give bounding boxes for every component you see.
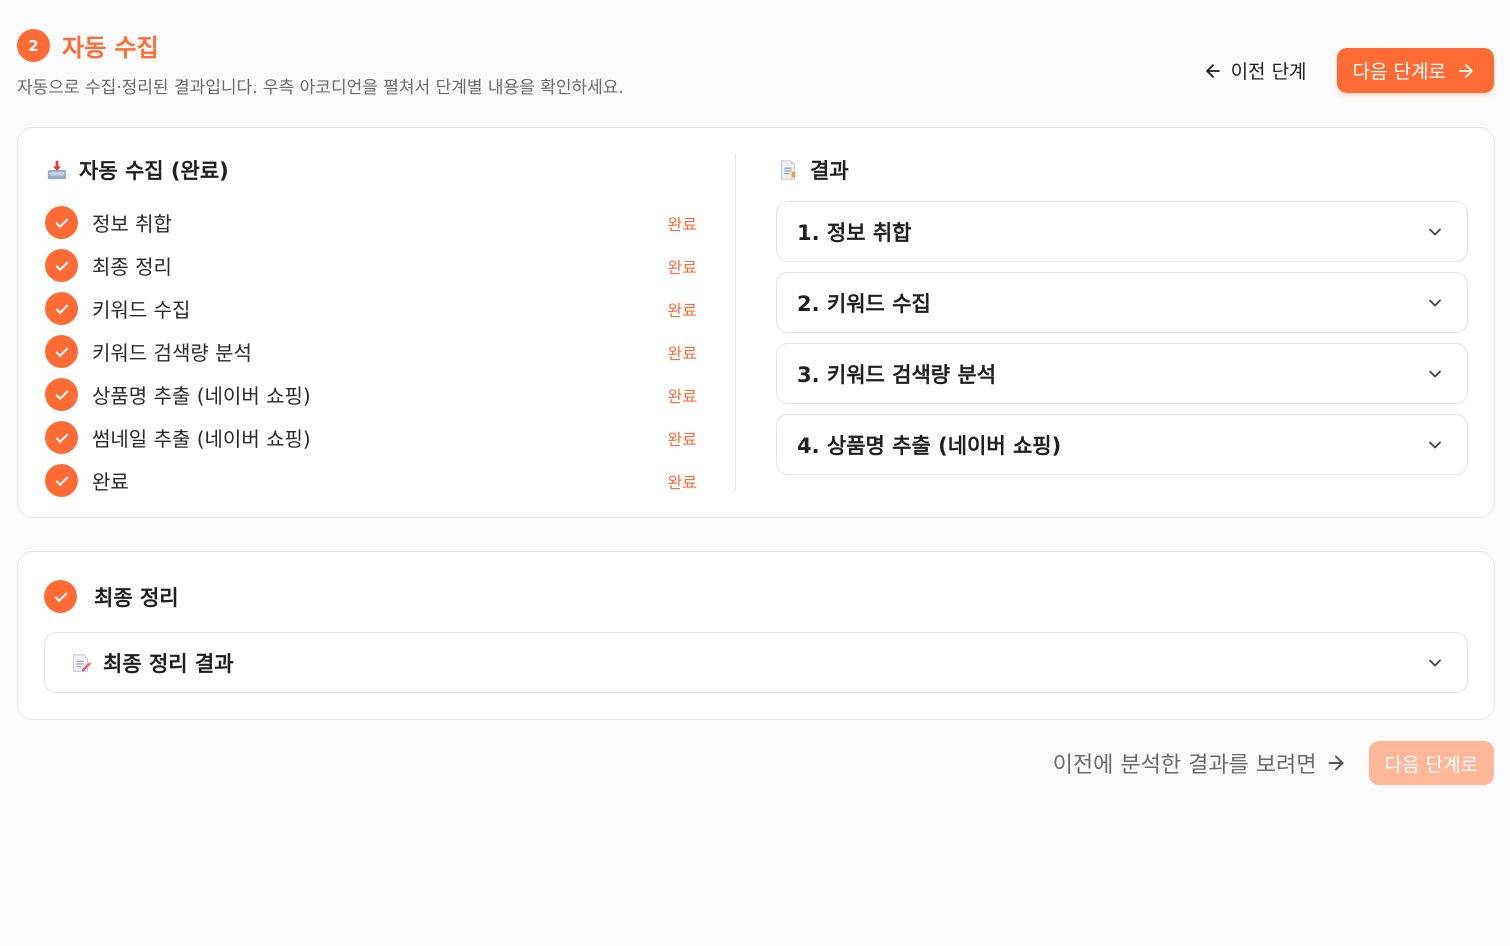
check-circle-icon [44,580,77,613]
view-previous-results-link[interactable]: 이전에 분석한 결과를 보려면 [1053,747,1347,779]
next-step-label: 다음 단계로 [1352,61,1446,83]
results-title-text: 결과 [810,159,849,183]
final-summary-accordion-label: 최종 정리 결과 [103,651,234,676]
arrow-left-icon [1205,63,1220,78]
check-circle-icon [45,335,78,368]
final-summary-card: 최종 정리 최종 정리 결과 [17,551,1495,720]
column-divider [735,154,736,491]
inbox-tray-icon [45,158,69,182]
results-title: 결과 [776,155,1468,185]
collect-step-list: 정보 취합 완료 최종 정리 완료 키워드 수집 완료 키워드 검색량 분석 완료 상품명 추출… [45,201,697,502]
step-header: 2 자동 수집 자동으로 수집·정리된 결과입니다. 우측 아코디언을 펼쳐서 … [17,28,1494,98]
result-accordion-label: 3. 키워드 검색량 분석 [797,362,997,387]
collect-step-label: 썸네일 추출 (네이버 쇼핑) [92,427,311,451]
auto-collect-card: 자동 수집 (완료) 정보 취합 완료 최종 정리 완료 키워드 수집 완료 키워드 검색량… [17,127,1495,518]
collect-step-row: 완료 완료 [45,459,697,502]
results-accordion-list: 1. 정보 취합 2. 키워드 수집 3. 키워드 검색량 분석 4. 상품명 추출 … [776,201,1468,475]
result-accordion-label: 2. 키워드 수집 [797,291,931,316]
step-name: 자동 수집 [62,34,159,62]
collect-step-status: 완료 [667,343,697,363]
result-accordion-3[interactable]: 3. 키워드 검색량 분석 [776,343,1468,404]
check-circle-icon [45,421,78,454]
collect-step-label: 키워드 검색량 분석 [92,341,252,365]
collect-step-status: 완료 [667,429,697,449]
result-accordion-2[interactable]: 2. 키워드 수집 [776,272,1468,333]
chevron-down-icon [1429,370,1441,377]
collect-step-row: 썸네일 추출 (네이버 쇼핑) 완료 [45,416,697,459]
prev-step-button[interactable]: 이전 단계 [1203,57,1307,84]
result-accordion-label: 1. 정보 취합 [797,220,912,245]
collect-step-row: 키워드 수집 완료 [45,287,697,330]
next-step-button[interactable]: 다음 단계로 [1336,48,1494,93]
check-circle-icon [45,206,78,239]
chevron-down-icon [1429,441,1441,448]
view-previous-results-text: 이전에 분석한 결과를 보려면 [1052,753,1317,778]
collect-step-row: 상품명 추출 (네이버 쇼핑) 완료 [45,373,697,416]
final-summary-header: 최종 정리 [44,580,179,613]
check-circle-icon [45,292,78,325]
collect-step-row: 키워드 검색량 분석 완료 [45,330,697,373]
results-panel: 결과 1. 정보 취합 2. 키워드 수집 3. 키워드 검색량 분석 4. 상품명 … [776,155,1468,485]
collect-step-row: 최종 정리 완료 [45,244,697,287]
final-summary-title: 최종 정리 [94,585,179,610]
collect-step-status: 완료 [667,386,697,406]
prev-step-label: 이전 단계 [1230,61,1307,83]
chevron-down-icon [1429,659,1441,666]
collect-step-label: 키워드 수집 [92,298,191,322]
chevron-down-icon [1429,228,1441,235]
final-summary-accordion[interactable]: 최종 정리 결과 [44,632,1468,693]
collect-step-status: 완료 [667,214,697,234]
result-accordion-4[interactable]: 4. 상품명 추출 (네이버 쇼핑) [776,414,1468,475]
chevron-down-icon [1429,299,1441,306]
collect-steps-panel: 자동 수집 (완료) 정보 취합 완료 최종 정리 완료 키워드 수집 완료 키워드 검색량… [45,155,697,502]
page-icon [776,158,800,182]
page: 2 자동 수집 자동으로 수집·정리된 결과입니다. 우측 아코디언을 펼쳐서 … [0,0,1510,946]
final-summary-accordion-header: 최종 정리 결과 [69,648,234,678]
header-actions: 이전 단계 다음 단계로 [1203,48,1494,93]
collect-steps-title: 자동 수집 (완료) [45,155,697,185]
collect-step-row: 정보 취합 완료 [45,201,697,244]
arrow-right-icon [1328,755,1343,771]
collect-step-status: 완료 [667,300,697,320]
next-step-button-disabled[interactable]: 다음 단계로 [1368,741,1494,785]
collect-step-label: 최종 정리 [92,255,172,279]
check-circle-icon [45,249,78,282]
check-circle-icon [45,378,78,411]
memo-icon [69,651,93,675]
result-accordion-1[interactable]: 1. 정보 취합 [776,201,1468,262]
arrow-right-icon [1459,63,1473,78]
collect-step-label: 완료 [92,470,129,494]
collect-step-label: 상품명 추출 (네이버 쇼핑) [92,384,311,408]
step-number-badge: 2 [17,29,50,62]
collect-step-status: 완료 [667,472,697,492]
check-circle-icon [45,464,78,497]
collect-step-label: 정보 취합 [92,212,172,236]
result-accordion-label: 4. 상품명 추출 (네이버 쇼핑) [797,433,1062,458]
footer: 이전에 분석한 결과를 보려면 다음 단계로 [1053,741,1494,785]
collect-steps-title-text: 자동 수집 (완료) [79,159,229,183]
collect-step-status: 완료 [667,257,697,277]
